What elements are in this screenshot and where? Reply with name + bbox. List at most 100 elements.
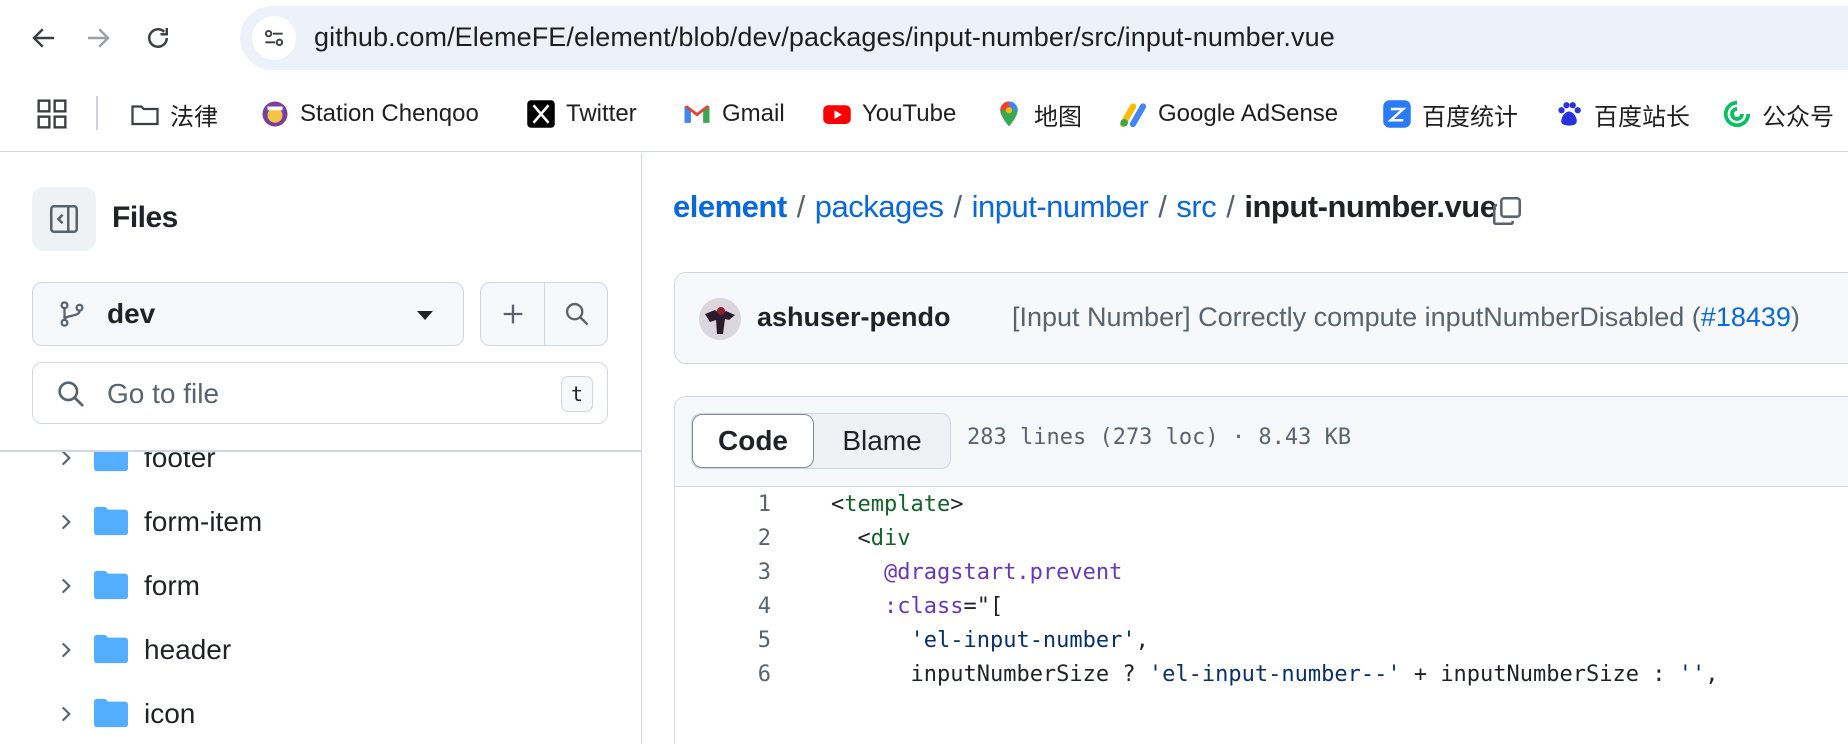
code-text: @dragstart.prevent xyxy=(883,560,1123,585)
commit-message-text[interactable]: [Input Number] Correctly compute inputNu… xyxy=(1012,302,1701,332)
view-mode-toggle: Code Blame xyxy=(691,413,951,469)
breadcrumb-link-packages[interactable]: packages xyxy=(815,189,944,225)
reload-icon xyxy=(148,28,168,48)
bookmark-adsense[interactable]: Google AdSense xyxy=(1118,94,1338,134)
url-text[interactable]: github.com/ElemeFE/element/blob/dev/pack… xyxy=(314,22,1335,53)
station-chenqoo-icon xyxy=(260,99,290,129)
commit-author-link[interactable]: ashuser-pendo xyxy=(757,302,951,333)
bookmark-baidu-zhanzhang[interactable]: 百度站长 xyxy=(1554,94,1690,134)
tree-item-label: form-item xyxy=(144,506,263,537)
go-to-file-input[interactable]: Go to file t xyxy=(32,362,608,424)
folder-icon xyxy=(94,698,128,728)
bookmark-wechat-public[interactable]: 公众号 xyxy=(1722,94,1834,134)
chevron-right-icon[interactable] xyxy=(56,704,76,724)
file-tree: footer form-item form header icon xyxy=(0,452,641,744)
bookmark-youtube[interactable]: YouTube xyxy=(822,94,956,134)
line-number[interactable]: 2 xyxy=(715,526,771,551)
collapse-sidebar-button[interactable] xyxy=(32,187,96,251)
line-number[interactable]: 1 xyxy=(715,492,771,517)
chevron-right-icon[interactable] xyxy=(56,452,76,468)
file-actions-group xyxy=(480,282,608,346)
site-settings-icon[interactable] xyxy=(252,16,296,60)
tree-item-form[interactable]: form xyxy=(0,554,641,618)
forward-button[interactable] xyxy=(74,14,122,62)
bookmark-baidu-tongji[interactable]: 百度统计 xyxy=(1382,94,1518,134)
bookmarks-bar: 法律 Station Chenqoo Twitter Gmail YouTube… xyxy=(0,76,1848,152)
commit-message-suffix: ) xyxy=(1790,302,1800,332)
add-file-button[interactable] xyxy=(481,283,545,345)
line-number[interactable]: 5 xyxy=(715,628,771,653)
code-text: inputNumberSize ? 'el-input-number--' + … xyxy=(910,662,1719,687)
arrow-right-icon xyxy=(88,28,110,48)
copy-path-button[interactable] xyxy=(1487,191,1527,231)
line-number[interactable]: 6 xyxy=(715,662,771,687)
breadcrumb-current-file: input-number.vue xyxy=(1244,189,1497,224)
line-number[interactable]: 3 xyxy=(715,560,771,585)
file-view: element / packages / input-number / src … xyxy=(643,153,1848,744)
branch-selector[interactable]: dev xyxy=(32,282,464,346)
code-line: 5 'el-input-number', xyxy=(675,624,1848,658)
back-button[interactable] xyxy=(20,14,68,62)
bookmark-label: 地图 xyxy=(1034,103,1082,131)
breadcrumb-separator: / xyxy=(796,189,806,224)
tree-item-header[interactable]: header xyxy=(0,618,641,682)
arrow-left-icon xyxy=(32,28,54,48)
tree-item-label: form xyxy=(144,570,200,601)
apps-grid-icon[interactable] xyxy=(36,98,68,130)
adsense-icon xyxy=(1118,99,1148,129)
go-to-file-placeholder: Go to file xyxy=(107,378,220,409)
breadcrumb-repo-link[interactable]: element xyxy=(673,189,787,225)
bookmark-label: 百度统计 xyxy=(1422,103,1518,131)
avatar[interactable] xyxy=(699,298,741,340)
tab-code[interactable]: Code xyxy=(692,414,814,468)
address-bar[interactable]: github.com/ElemeFE/element/blob/dev/pack… xyxy=(240,6,1848,70)
folder-icon xyxy=(130,99,160,129)
file-content-box: Code Blame 283 lines (273 loc) · 8.43 KB… xyxy=(674,396,1848,744)
code-line: 2 <div xyxy=(675,522,1848,556)
bookmark-gmail[interactable]: Gmail xyxy=(682,94,785,134)
search-code-button[interactable] xyxy=(545,283,607,345)
bookmark-label: 百度站长 xyxy=(1594,103,1690,131)
code-view: 1 <template> 2 <div 3 @dragstart.prevent… xyxy=(675,488,1848,744)
sidebar-collapse-icon xyxy=(49,204,79,234)
tree-item-form-item[interactable]: form-item xyxy=(0,490,641,554)
folder-icon xyxy=(94,570,128,600)
bookmark-label: 法律 xyxy=(170,103,218,131)
breadcrumb-separator: / xyxy=(1226,189,1235,224)
bookmark-station-chenqoo[interactable]: Station Chenqoo xyxy=(260,94,479,134)
tree-item-footer[interactable]: footer xyxy=(0,452,641,490)
reload-button[interactable] xyxy=(134,14,182,62)
breadcrumb-link-src[interactable]: src xyxy=(1176,189,1216,225)
browser-toolbar: github.com/ElemeFE/element/blob/dev/pack… xyxy=(0,0,1848,76)
line-number[interactable]: 4 xyxy=(715,594,771,619)
tree-item-label: header xyxy=(144,634,232,665)
tree-item-icon[interactable]: icon xyxy=(0,682,641,744)
code-text: <div xyxy=(857,526,911,551)
plus-icon xyxy=(503,304,522,324)
bookmark-label: Twitter xyxy=(566,100,637,127)
chevron-right-icon[interactable] xyxy=(56,576,76,596)
tab-blame[interactable]: Blame xyxy=(814,414,950,468)
code-line: 4 :class="[ xyxy=(675,590,1848,624)
bookmark-maps[interactable]: 地图 xyxy=(994,94,1082,134)
bookmark-label: Google AdSense xyxy=(1158,100,1339,127)
breadcrumb: element / packages / input-number / src … xyxy=(673,189,1497,225)
sidebar-title: Files xyxy=(112,201,178,234)
keyboard-shortcut-hint: t xyxy=(561,376,593,412)
baidu-paw-icon xyxy=(1554,99,1584,129)
code-line: 6 inputNumberSize ? 'el-input-number--' … xyxy=(675,658,1848,692)
breadcrumb-link-input-number[interactable]: input-number xyxy=(972,189,1149,225)
chevron-right-icon[interactable] xyxy=(56,512,76,532)
latest-commit-box: ashuser-pendo [Input Number] Correctly c… xyxy=(674,272,1848,364)
file-header: Code Blame 283 lines (273 loc) · 8.43 KB xyxy=(675,397,1848,487)
maps-pin-icon xyxy=(994,99,1024,129)
bookmark-folder-law[interactable]: 法律 xyxy=(130,94,218,134)
tree-item-label: footer xyxy=(144,452,216,473)
bookmark-twitter[interactable]: Twitter xyxy=(526,94,637,134)
gmail-icon xyxy=(682,99,712,129)
pull-request-link[interactable]: #18439 xyxy=(1701,302,1791,332)
bookmark-label: Station Chenqoo xyxy=(300,100,479,127)
chevron-right-icon[interactable] xyxy=(56,640,76,660)
tree-item-label: icon xyxy=(144,698,196,729)
commit-message[interactable]: [Input Number] Correctly compute inputNu… xyxy=(1012,302,1800,333)
